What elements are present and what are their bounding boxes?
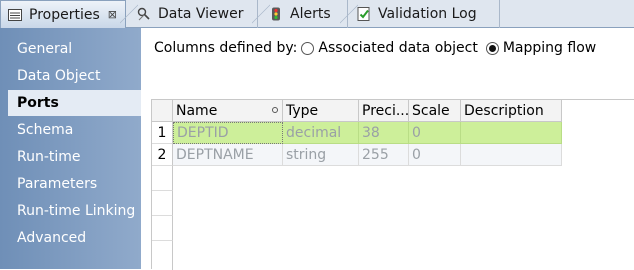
associated-data-object-label[interactable]: Associated data object <box>318 40 477 56</box>
mapping-flow-radio[interactable] <box>485 41 499 55</box>
tab-properties[interactable]: Properties ⊠ <box>0 0 126 28</box>
sidebar-item-label: Run-time <box>17 149 81 165</box>
column-header-type[interactable]: Type <box>283 100 359 122</box>
column-header-label: Description <box>464 102 544 119</box>
sidebar-item-label: Advanced <box>17 230 87 246</box>
empty-row-number <box>152 216 173 241</box>
sidebar-item-parameters[interactable]: Parameters <box>0 171 141 197</box>
column-header-precision[interactable]: Preci... <box>359 100 409 122</box>
sidebar-item-run-time-linking[interactable]: Run-time Linking <box>0 198 141 224</box>
column-header-label: Type <box>286 102 319 119</box>
sidebar-item-general[interactable]: General <box>0 36 141 62</box>
empty-row-number <box>152 166 173 191</box>
precision-cell[interactable]: 255 <box>359 144 409 166</box>
column-header-scale[interactable]: Scale <box>409 100 461 122</box>
close-icon[interactable]: ⊠ <box>108 8 117 21</box>
sidebar-item-label: Run-time Linking <box>17 203 136 219</box>
sidebar-item-advanced[interactable]: Advanced <box>0 225 141 251</box>
column-header-label: Scale <box>412 102 450 119</box>
sidebar-item-ports[interactable]: Ports <box>8 90 141 116</box>
sidebar-item-label: Ports <box>17 95 59 111</box>
columns-defined-by: Columns defined by: Associated data obje… <box>154 40 596 56</box>
columns-defined-by-label: Columns defined by: <box>154 40 298 56</box>
name-cell[interactable]: DEPTID <box>173 122 283 144</box>
description-cell[interactable] <box>461 122 562 144</box>
scale-cell[interactable]: 0 <box>409 144 461 166</box>
data-viewer-icon <box>136 6 152 22</box>
column-header-name[interactable]: Name <box>173 100 283 122</box>
empty-row-number <box>152 191 173 216</box>
tab-label: Validation Log <box>378 6 477 22</box>
tab-label: Properties <box>29 6 100 23</box>
tab-data-viewer[interactable]: Data Viewer <box>120 0 258 28</box>
sidebar-item-label: Data Object <box>17 68 101 84</box>
tab-alerts[interactable]: Alerts <box>252 0 348 28</box>
sidebar-item-label: General <box>17 41 73 57</box>
tab-strip: Properties ⊠ Data Viewer Alerts Validati… <box>0 0 634 28</box>
name-cell[interactable]: DEPTNAME <box>173 144 283 166</box>
validation-log-icon <box>356 6 372 22</box>
sidebar-item-label: Parameters <box>17 176 98 192</box>
description-cell[interactable] <box>461 144 562 166</box>
scale-cell[interactable]: 0 <box>409 122 461 144</box>
row-number-header <box>152 100 173 122</box>
properties-icon <box>7 7 23 23</box>
empty-row-number <box>152 241 173 270</box>
sort-icon[interactable] <box>272 107 278 113</box>
ports-panel: Columns defined by: Associated data obje… <box>141 28 634 270</box>
type-cell[interactable]: decimal <box>283 122 359 144</box>
tab-label: Data Viewer <box>158 6 244 22</box>
sidebar-item-data-object[interactable]: Data Object <box>0 63 141 89</box>
tab-label: Alerts <box>290 6 331 22</box>
row-number: 1 <box>152 122 173 144</box>
sidebar: General Data Object Ports Schema Run-tim… <box>0 28 141 269</box>
column-header-description[interactable]: Description <box>461 100 562 122</box>
column-header-label: Preci... <box>362 102 409 119</box>
type-cell[interactable]: string <box>283 144 359 166</box>
alerts-icon <box>268 6 284 22</box>
ports-grid: Name Type Preci... Scale Description 1 D… <box>151 99 634 270</box>
associated-data-object-radio[interactable] <box>301 41 315 55</box>
sidebar-item-label: Schema <box>17 122 74 138</box>
column-header-label: Name <box>176 102 218 119</box>
sidebar-item-run-time[interactable]: Run-time <box>0 144 141 170</box>
row-number: 2 <box>152 144 173 166</box>
tab-validation-log[interactable]: Validation Log <box>340 0 500 28</box>
mapping-flow-label[interactable]: Mapping flow <box>503 40 596 56</box>
sidebar-item-schema[interactable]: Schema <box>0 117 141 143</box>
precision-cell[interactable]: 38 <box>359 122 409 144</box>
